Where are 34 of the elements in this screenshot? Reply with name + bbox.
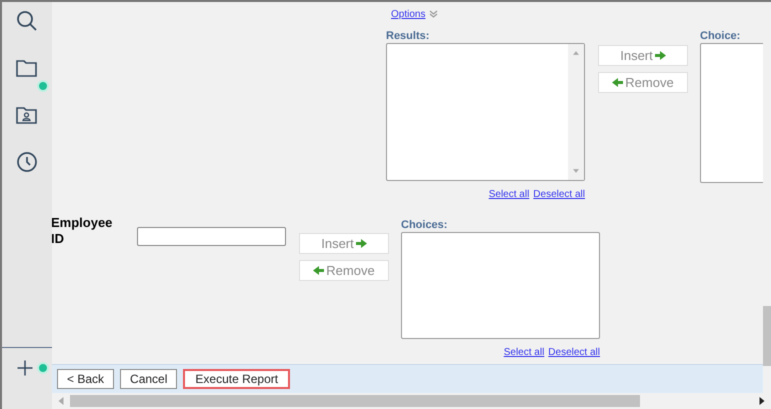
select-all-link[interactable]: Select all bbox=[504, 347, 544, 358]
choice-listbox[interactable] bbox=[700, 43, 763, 183]
employee-id-field[interactable] bbox=[137, 227, 286, 246]
scrollbar-thumb[interactable] bbox=[763, 306, 771, 366]
scroll-up-icon[interactable] bbox=[573, 49, 579, 57]
left-arrow-icon bbox=[313, 266, 324, 275]
deselect-all-link[interactable]: Deselect all bbox=[533, 189, 585, 200]
back-button[interactable]: < Back bbox=[57, 369, 114, 389]
left-arrow-icon bbox=[612, 78, 624, 87]
scroll-right-icon[interactable] bbox=[759, 397, 765, 405]
deselect-all-link[interactable]: Deselect all bbox=[548, 347, 600, 358]
remove-button[interactable]: Remove bbox=[299, 260, 389, 281]
double-chevron-icon[interactable] bbox=[429, 10, 438, 18]
choices-label: Choices: bbox=[401, 220, 448, 231]
results-listbox[interactable] bbox=[386, 43, 585, 181]
clock-icon[interactable] bbox=[15, 150, 39, 174]
right-arrow-icon bbox=[654, 51, 666, 60]
scroll-down-icon[interactable] bbox=[573, 167, 579, 175]
insert-button[interactable]: Insert bbox=[598, 45, 688, 66]
select-all-link[interactable]: Select all bbox=[488, 189, 530, 200]
search-icon[interactable] bbox=[15, 9, 39, 33]
plus-icon[interactable] bbox=[15, 358, 35, 378]
cancel-button[interactable]: Cancel bbox=[120, 369, 178, 389]
scroll-left-icon[interactable] bbox=[58, 397, 64, 405]
insert-button[interactable]: Insert bbox=[299, 233, 389, 254]
results-label: Results: bbox=[386, 31, 430, 42]
employee-id-label: Employee ID bbox=[52, 214, 114, 248]
scrollbar-thumb[interactable] bbox=[70, 395, 640, 407]
right-arrow-icon bbox=[356, 239, 367, 248]
choice-label: Choice: bbox=[700, 31, 742, 42]
options-link[interactable]: Options bbox=[391, 8, 426, 20]
execute-report-button[interactable]: Execute Report bbox=[183, 369, 290, 389]
remove-button[interactable]: Remove bbox=[598, 72, 688, 93]
choices-listbox[interactable] bbox=[401, 232, 600, 339]
